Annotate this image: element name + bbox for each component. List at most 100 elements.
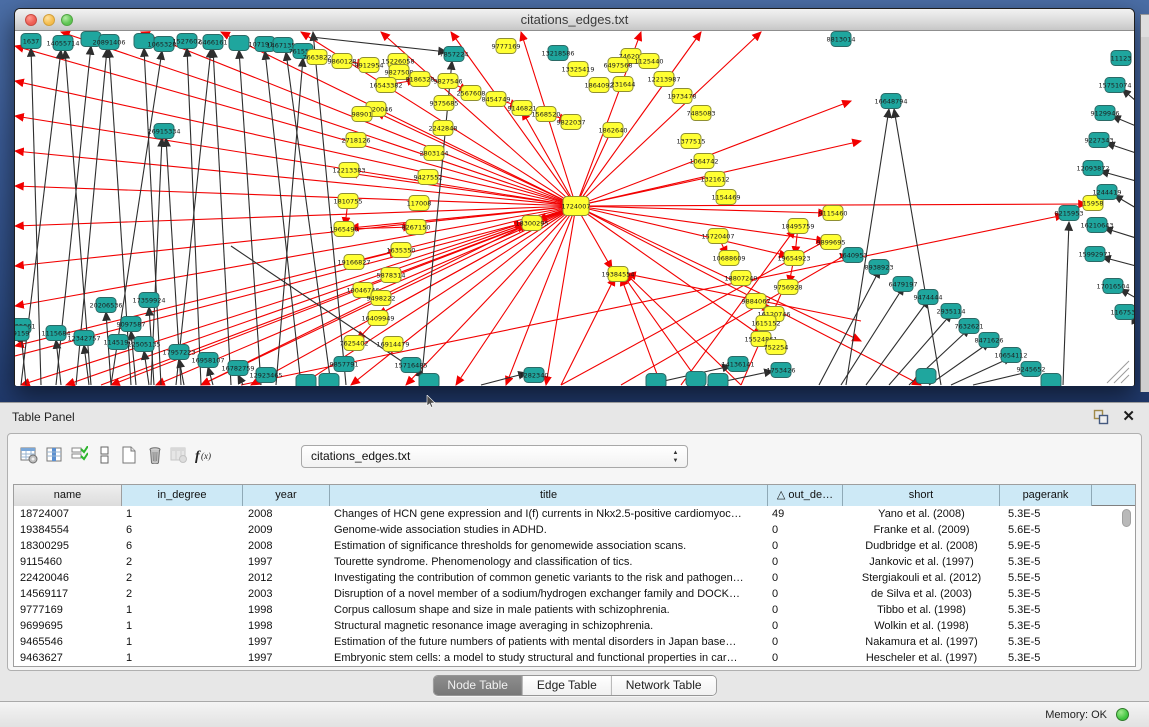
graph-node[interactable] — [1115, 305, 1134, 320]
graph-node[interactable] — [522, 216, 542, 231]
graph-node[interactable] — [918, 290, 938, 305]
graph-node[interactable] — [686, 372, 706, 387]
table-row[interactable]: 911546021997Tourette syndrome. Phenomeno… — [14, 554, 1135, 570]
graph-node[interactable] — [154, 37, 174, 52]
graph-node[interactable] — [869, 260, 889, 275]
graph-node[interactable] — [893, 277, 913, 292]
column-header-pagerank[interactable]: pagerank — [1000, 485, 1092, 506]
close-panel-icon[interactable]: ✕ — [1122, 407, 1135, 425]
graph-node[interactable] — [821, 235, 841, 250]
graph-node[interactable] — [108, 335, 128, 350]
graph-node[interactable] — [563, 197, 589, 216]
table-row[interactable]: 977716911998Corpus callosum shape and si… — [14, 602, 1135, 618]
graph-node[interactable] — [708, 374, 728, 387]
graph-node[interactable] — [334, 222, 354, 237]
table-row[interactable]: 1830029562008Estimation of significance … — [14, 538, 1135, 554]
graph-node[interactable] — [203, 35, 223, 50]
graph-node[interactable] — [418, 170, 438, 185]
graph-node[interactable] — [979, 333, 999, 348]
graph-node[interactable] — [444, 47, 464, 62]
graph-node[interactable] — [434, 96, 454, 111]
graph-node[interactable] — [139, 293, 159, 308]
table-row[interactable]: 2242004622012Investigating the contribut… — [14, 570, 1135, 586]
hide-columns-icon[interactable] — [94, 444, 116, 468]
select-columns-icon[interactable] — [44, 444, 66, 468]
graph-node[interactable] — [391, 243, 411, 258]
graph-node[interactable] — [296, 375, 316, 387]
graph-node[interactable] — [1111, 51, 1131, 66]
graph-node[interactable] — [376, 78, 396, 93]
graph-node[interactable] — [332, 54, 352, 69]
graph-node[interactable] — [46, 326, 66, 341]
import-table-icon[interactable] — [168, 444, 190, 468]
graph-node[interactable] — [410, 72, 430, 87]
graph-node[interactable] — [359, 58, 379, 73]
close-window-icon[interactable] — [25, 14, 37, 26]
graph-node[interactable] — [705, 172, 725, 187]
graph-node[interactable] — [654, 72, 674, 87]
table-selector-dropdown[interactable]: citations_edges.txt ▲▼ — [301, 445, 688, 468]
graph-node[interactable] — [409, 196, 429, 211]
graph-node[interactable] — [383, 337, 403, 352]
graph-node[interactable] — [728, 357, 748, 372]
graph-node[interactable] — [99, 35, 119, 50]
column-header-out-degree[interactable]: △ out_de… — [768, 485, 843, 506]
graph-node[interactable] — [433, 121, 453, 136]
graph-node[interactable] — [96, 298, 116, 313]
graph-node[interactable] — [121, 317, 141, 332]
function-builder-icon[interactable]: f(x) — [194, 444, 216, 468]
minimize-window-icon[interactable] — [43, 14, 55, 26]
resize-grip-icon[interactable] — [1107, 361, 1129, 383]
graph-node[interactable] — [344, 255, 364, 270]
graph-node[interactable] — [672, 89, 692, 104]
tab-node-table[interactable]: Node Table — [433, 676, 523, 695]
column-header-year[interactable]: year — [243, 485, 330, 506]
graph-node[interactable] — [731, 271, 751, 286]
graph-node[interactable] — [694, 154, 714, 169]
tab-edge-table[interactable]: Edge Table — [523, 676, 612, 695]
tab-network-table[interactable]: Network Table — [612, 676, 716, 695]
table-row[interactable]: 1938455462009Genome-wide association stu… — [14, 522, 1135, 538]
table-row[interactable]: 1456911722003Disruption of a novel membe… — [14, 586, 1135, 602]
graph-node[interactable] — [338, 194, 358, 209]
column-header-short[interactable]: short — [843, 485, 1000, 506]
graph-node[interactable] — [691, 106, 711, 121]
graph-node[interactable] — [536, 107, 556, 122]
graph-node[interactable] — [719, 251, 739, 266]
graph-node[interactable] — [959, 319, 979, 334]
graph-node[interactable] — [346, 133, 366, 148]
graph-node[interactable] — [134, 34, 154, 49]
graph-node[interactable] — [568, 62, 588, 77]
graph-node[interactable] — [784, 251, 804, 266]
graph-node[interactable] — [344, 336, 364, 351]
graph-node[interactable] — [74, 331, 94, 346]
graph-node[interactable] — [273, 38, 293, 53]
graph-node[interactable] — [1083, 161, 1103, 176]
graph-node[interactable] — [486, 92, 506, 107]
graph-node[interactable] — [461, 86, 481, 101]
graph-node[interactable] — [1089, 133, 1109, 148]
graph-node[interactable] — [352, 107, 372, 122]
graph-node[interactable] — [603, 123, 623, 138]
graph-node[interactable] — [381, 268, 401, 283]
graph-node[interactable] — [307, 50, 327, 65]
graph-node[interactable] — [406, 220, 426, 235]
graph-node[interactable] — [1021, 362, 1041, 377]
network-canvas[interactable]: 1637140557142089140610653287152760264661… — [15, 31, 1134, 386]
graph-node[interactable] — [1085, 247, 1105, 262]
table-row[interactable]: 1872400712008Changes of HCN gene express… — [14, 506, 1135, 522]
graph-node[interactable] — [334, 357, 354, 372]
graph-node[interactable] — [548, 46, 568, 61]
graph-node[interactable] — [438, 74, 458, 89]
graph-node[interactable] — [154, 124, 174, 139]
graph-node[interactable] — [708, 229, 728, 244]
create-column-icon[interactable] — [118, 444, 140, 468]
graph-node[interactable] — [353, 283, 373, 298]
graph-node[interactable] — [256, 368, 276, 383]
graph-node[interactable] — [228, 361, 248, 376]
graph-node[interactable] — [823, 206, 843, 221]
graph-node[interactable] — [756, 316, 776, 331]
column-header-in-degree[interactable]: in_degree — [122, 485, 243, 506]
background-window-edge[interactable] — [1140, 14, 1149, 392]
graph-node[interactable] — [81, 32, 101, 47]
